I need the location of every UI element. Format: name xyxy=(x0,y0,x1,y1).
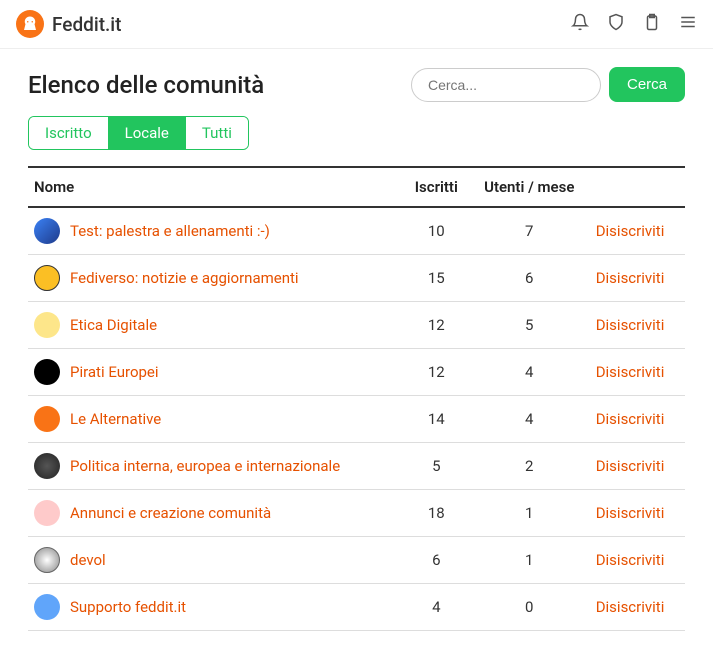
community-link[interactable]: devol xyxy=(70,551,106,569)
cell-subs: 14 xyxy=(404,396,469,443)
table-row: devol 61 Disiscriviti xyxy=(28,537,685,584)
unsubscribe-link[interactable]: Disiscriviti xyxy=(596,410,665,428)
menu-icon[interactable] xyxy=(679,13,697,35)
unsubscribe-link[interactable]: Disiscriviti xyxy=(596,222,665,240)
unsubscribe-link[interactable]: Disiscriviti xyxy=(596,269,665,287)
brand[interactable]: Feddit.it xyxy=(16,10,121,38)
cell-users: 7 xyxy=(469,207,590,255)
community-link[interactable]: Fediverso: notizie e aggiornamenti xyxy=(70,269,299,287)
filter-tab-0[interactable]: Iscritto xyxy=(29,117,109,149)
community-link[interactable]: Le Alternative xyxy=(70,410,161,428)
community-icon xyxy=(34,453,60,479)
cell-users: 5 xyxy=(469,302,590,349)
shield-icon[interactable] xyxy=(607,13,625,35)
cell-users: 6 xyxy=(469,255,590,302)
filter-tab-2[interactable]: Tutti xyxy=(186,117,248,149)
unsubscribe-link[interactable]: Disiscriviti xyxy=(596,457,665,475)
community-link[interactable]: Test: palestra e allenamenti :-) xyxy=(70,222,270,240)
cell-subs: 10 xyxy=(404,207,469,255)
community-icon xyxy=(34,500,60,526)
table-row: Etica Digitale 125 Disiscriviti xyxy=(28,302,685,349)
top-bar: Feddit.it xyxy=(0,0,713,49)
cell-subs: 12 xyxy=(404,349,469,396)
bell-icon[interactable] xyxy=(571,13,589,35)
cell-subs: 18 xyxy=(404,490,469,537)
topbar-actions xyxy=(571,13,697,35)
cell-subs: 12 xyxy=(404,302,469,349)
cell-subs: 5 xyxy=(404,443,469,490)
community-icon xyxy=(34,218,60,244)
community-icon xyxy=(34,265,60,291)
table-row: Fediverso: notizie e aggiornamenti 156 Dis… xyxy=(28,255,685,302)
cell-users: 2 xyxy=(469,443,590,490)
communities-table: Nome Iscritti Utenti / mese Test: palest… xyxy=(28,166,685,631)
col-subs[interactable]: Iscritti xyxy=(404,167,469,207)
brand-logo-icon xyxy=(16,10,44,38)
unsubscribe-link[interactable]: Disiscriviti xyxy=(596,551,665,569)
col-action xyxy=(590,167,685,207)
cell-subs: 6 xyxy=(404,537,469,584)
cell-subs: 4 xyxy=(404,584,469,631)
unsubscribe-link[interactable]: Disiscriviti xyxy=(596,363,665,381)
cell-users: 1 xyxy=(469,537,590,584)
unsubscribe-link[interactable]: Disiscriviti xyxy=(596,598,665,616)
filter-tabs: IscrittoLocaleTutti xyxy=(28,116,249,150)
col-name[interactable]: Nome xyxy=(28,167,404,207)
brand-name: Feddit.it xyxy=(52,13,121,36)
community-icon xyxy=(34,547,60,573)
search-group: Cerca xyxy=(411,67,685,102)
cell-users: 0 xyxy=(469,584,590,631)
community-link[interactable]: Annunci e creazione comunità xyxy=(70,504,271,522)
clipboard-icon[interactable] xyxy=(643,13,661,35)
page-title: Elenco delle comunità xyxy=(28,71,264,99)
search-button[interactable]: Cerca xyxy=(609,67,685,102)
community-icon xyxy=(34,594,60,620)
table-row: Pirati Europei 124 Disiscriviti xyxy=(28,349,685,396)
table-row: Test: palestra e allenamenti :-) 107 Disis… xyxy=(28,207,685,255)
table-row: Le Alternative 144 Disiscriviti xyxy=(28,396,685,443)
search-input[interactable] xyxy=(411,68,601,102)
table-body: Test: palestra e allenamenti :-)107Disis… xyxy=(28,207,685,631)
community-link[interactable]: Pirati Europei xyxy=(70,363,159,381)
filter-tab-1[interactable]: Locale xyxy=(109,117,186,149)
community-link[interactable]: Politica interna, europea e internaziona… xyxy=(70,457,340,475)
community-link[interactable]: Supporto feddit.it xyxy=(70,598,186,616)
community-link[interactable]: Etica Digitale xyxy=(70,316,157,334)
community-icon xyxy=(34,312,60,338)
unsubscribe-link[interactable]: Disiscriviti xyxy=(596,504,665,522)
table-row: Annunci e creazione comunità 181 Disiscriv… xyxy=(28,490,685,537)
cell-subs: 15 xyxy=(404,255,469,302)
community-icon xyxy=(34,406,60,432)
table-row: Supporto feddit.it 40 Disiscriviti xyxy=(28,584,685,631)
community-icon xyxy=(34,359,60,385)
col-users[interactable]: Utenti / mese xyxy=(469,167,590,207)
unsubscribe-link[interactable]: Disiscriviti xyxy=(596,316,665,334)
cell-users: 4 xyxy=(469,349,590,396)
cell-users: 1 xyxy=(469,490,590,537)
cell-users: 4 xyxy=(469,396,590,443)
table-row: Politica interna, europea e internaziona… xyxy=(28,443,685,490)
